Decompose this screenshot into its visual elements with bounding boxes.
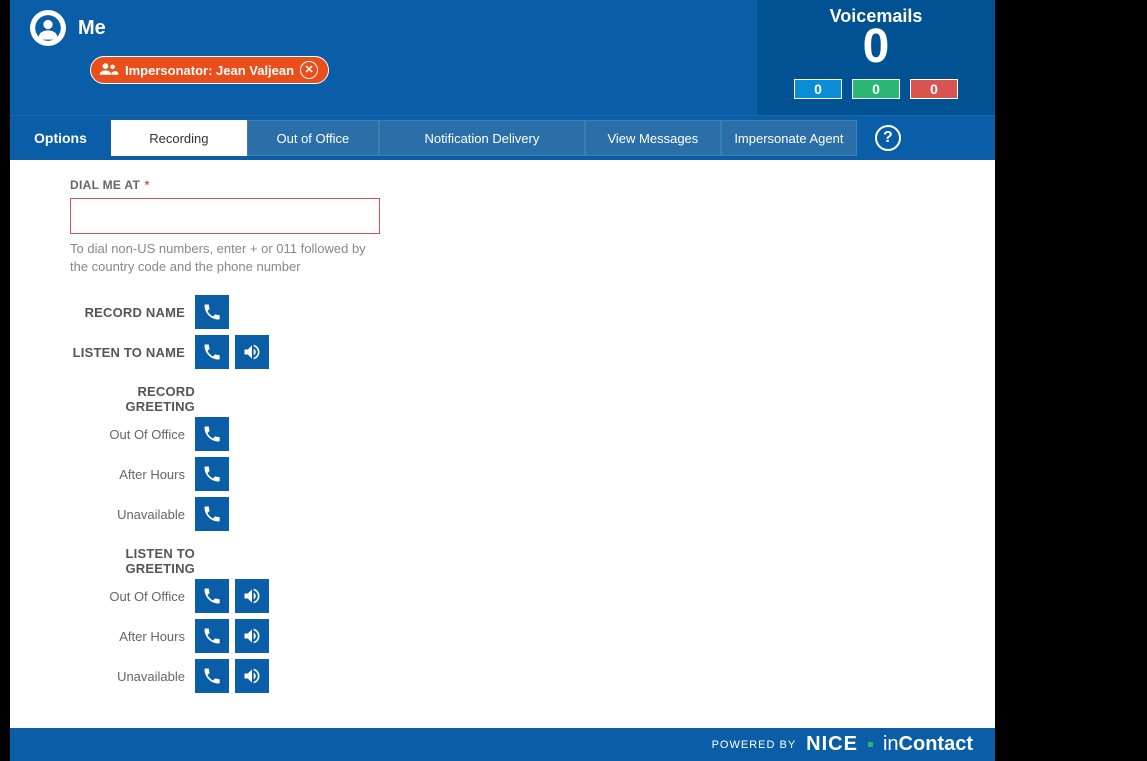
powered-by-label: POWERED BY (712, 739, 797, 751)
user-icon (34, 14, 62, 42)
user-row: Me (30, 10, 757, 46)
help-button[interactable]: ? (875, 125, 901, 151)
brand-dot-icon (868, 742, 873, 747)
listen-name-row: LISTEN TO NAME (70, 334, 945, 370)
listen-greeting-ooo-play-button[interactable] (235, 579, 269, 613)
tab-bar: Options Recording Out of Office Notifica… (10, 115, 995, 160)
avatar (30, 10, 66, 46)
record-greeting-ooo-button[interactable] (195, 417, 229, 451)
phone-icon (202, 424, 222, 444)
content-area: DIAL ME AT * To dial non-US numbers, ent… (10, 160, 995, 728)
record-name-call-button[interactable] (195, 295, 229, 329)
impersonator-label: Impersonator: Jean Valjean (125, 63, 294, 78)
listen-name-play-button[interactable] (235, 335, 269, 369)
record-greeting-ooo-row: Out Of Office (70, 416, 945, 452)
phone-icon (202, 302, 222, 322)
people-icon (99, 62, 119, 79)
listen-greeting-heading: LISTEN TO GREETING (70, 546, 195, 576)
record-greeting-heading: RECORD GREETING (70, 384, 195, 414)
tab-out-of-office[interactable]: Out of Office (247, 120, 379, 156)
voicemail-badge-blue[interactable]: 0 (794, 79, 842, 99)
tab-impersonate-agent[interactable]: Impersonate Agent (721, 120, 857, 156)
phone-icon (202, 504, 222, 524)
voicemail-panel: Voicemails 0 0 0 0 (757, 0, 995, 115)
listen-greeting-after-label: After Hours (70, 629, 195, 644)
record-greeting-after-button[interactable] (195, 457, 229, 491)
phone-icon (202, 626, 222, 646)
listen-greeting-unavail-label: Unavailable (70, 669, 195, 684)
phone-icon (202, 342, 222, 362)
record-greeting-after-label: After Hours (70, 467, 195, 482)
close-impersonation-button[interactable]: ✕ (300, 61, 318, 79)
listen-greeting-after-row: After Hours (70, 618, 945, 654)
voicemail-badges: 0 0 0 (794, 79, 958, 99)
required-indicator: * (145, 178, 150, 192)
dial-me-hint: To dial non-US numbers, enter + or 011 f… (70, 240, 380, 276)
brand-incontact: inContact (883, 733, 973, 756)
header: Me Impersonator: Jean Valjean ✕ Voicemai… (10, 0, 995, 115)
record-greeting-after-row: After Hours (70, 456, 945, 492)
record-name-row: RECORD NAME (70, 294, 945, 330)
options-label: Options (10, 130, 111, 146)
listen-greeting-ooo-row: Out Of Office (70, 578, 945, 614)
record-greeting-unavail-row: Unavailable (70, 496, 945, 532)
dial-me-label: DIAL ME AT (70, 178, 140, 192)
phone-icon (202, 464, 222, 484)
voicemail-badge-red[interactable]: 0 (910, 79, 958, 99)
record-greeting-ooo-label: Out Of Office (70, 427, 195, 442)
tab-notification-delivery[interactable]: Notification Delivery (379, 120, 585, 156)
tab-recording[interactable]: Recording (111, 120, 247, 156)
header-left: Me Impersonator: Jean Valjean ✕ (10, 0, 757, 115)
voicemail-badge-green[interactable]: 0 (852, 79, 900, 99)
dial-me-input[interactable] (70, 198, 380, 234)
listen-greeting-after-play-button[interactable] (235, 619, 269, 653)
listen-greeting-unavail-call-button[interactable] (195, 659, 229, 693)
listen-greeting-after-call-button[interactable] (195, 619, 229, 653)
record-greeting-unavail-label: Unavailable (70, 507, 195, 522)
phone-icon (202, 586, 222, 606)
listen-greeting-unavail-play-button[interactable] (235, 659, 269, 693)
brand-nice: NICE (806, 733, 858, 756)
impersonator-badge: Impersonator: Jean Valjean ✕ (90, 56, 329, 84)
footer: POWERED BY NICE inContact (10, 728, 995, 761)
speaker-icon (242, 342, 262, 362)
tab-view-messages[interactable]: View Messages (585, 120, 721, 156)
user-name: Me (78, 17, 106, 40)
speaker-icon (242, 666, 262, 686)
speaker-icon (242, 626, 262, 646)
record-name-label: RECORD NAME (70, 305, 195, 320)
listen-greeting-ooo-label: Out Of Office (70, 589, 195, 604)
listen-greeting-ooo-call-button[interactable] (195, 579, 229, 613)
speaker-icon (242, 586, 262, 606)
voicemail-count: 0 (863, 23, 890, 71)
phone-icon (202, 666, 222, 686)
listen-greeting-unavail-row: Unavailable (70, 658, 945, 694)
record-greeting-unavail-button[interactable] (195, 497, 229, 531)
listen-name-call-button[interactable] (195, 335, 229, 369)
listen-name-label: LISTEN TO NAME (70, 345, 195, 360)
app-window: Me Impersonator: Jean Valjean ✕ Voicemai… (10, 0, 995, 761)
